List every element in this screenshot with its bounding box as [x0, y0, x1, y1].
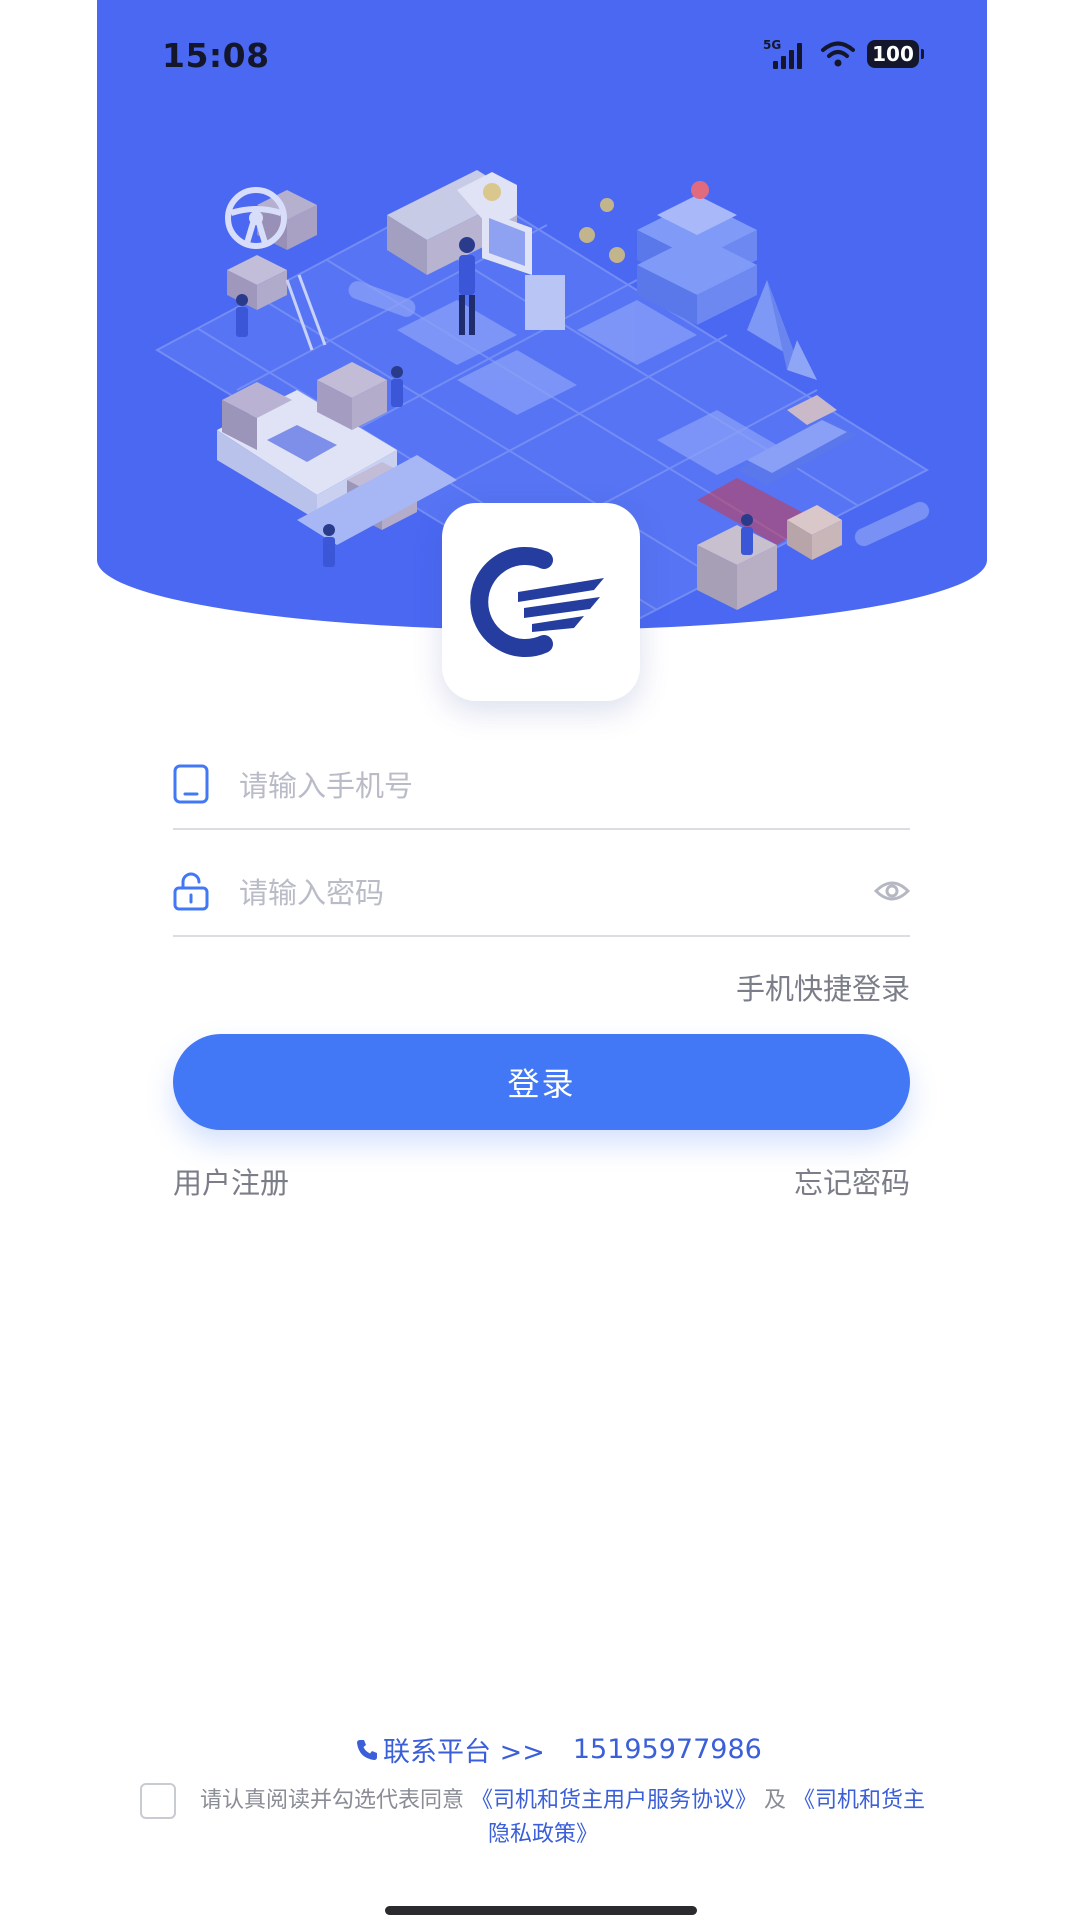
phone-device-icon	[173, 764, 209, 804]
privacy-policy-link-start[interactable]: 《司机和货主	[793, 1788, 925, 1813]
status-icons: 5G 100	[763, 34, 924, 74]
svg-text:5G: 5G	[763, 38, 781, 52]
agreement-prefix: 请认真阅读并勾选代表同意	[200, 1788, 465, 1813]
phone-field	[173, 748, 910, 830]
login-screen: 15:08 5G 100 请输入手机号 手机快捷登录 登录 用户注册 忘记密码 …	[0, 0, 1080, 1920]
contact-platform[interactable]: 联系平台 >> 15195977986	[355, 1730, 762, 1769]
login-button[interactable]: 登录	[173, 1034, 910, 1130]
service-agreement-link[interactable]: 《司机和货主用户服务协议》	[471, 1788, 757, 1813]
contact-phone[interactable]: 15195977986	[573, 1734, 762, 1765]
wifi-icon	[821, 41, 855, 67]
cellular-signal-icon: 5G	[763, 38, 802, 69]
app-logo	[442, 503, 640, 701]
register-link[interactable]: 用户注册	[173, 1160, 289, 1202]
forgot-password-link[interactable]: 忘记密码	[794, 1160, 910, 1202]
battery-icon: 100	[867, 40, 924, 68]
quick-login-link[interactable]: 手机快捷登录	[736, 966, 910, 1008]
status-time: 15:08	[162, 36, 270, 75]
contact-label: 联系平台 >>	[383, 1737, 545, 1768]
privacy-policy-link-end[interactable]: 隐私政策》	[488, 1822, 598, 1847]
agreement-text: 请认真阅读并勾选代表同意 《司机和货主用户服务协议》 及 《司机和货主 隐私政策…	[200, 1784, 950, 1852]
lock-icon	[173, 872, 209, 911]
password-input[interactable]	[237, 863, 841, 923]
password-field	[173, 855, 910, 937]
agreement-checkbox[interactable]	[140, 1783, 176, 1819]
agreement-and: 及	[764, 1788, 787, 1813]
phone-icon	[357, 1739, 377, 1760]
steering-wheel-icon[interactable]	[223, 185, 289, 251]
status-bar: 15:08 5G 100	[97, 0, 987, 112]
home-indicator	[385, 1906, 697, 1915]
phone-input[interactable]	[237, 756, 841, 816]
company-logo	[470, 547, 604, 657]
eye-icon[interactable]	[874, 875, 910, 907]
